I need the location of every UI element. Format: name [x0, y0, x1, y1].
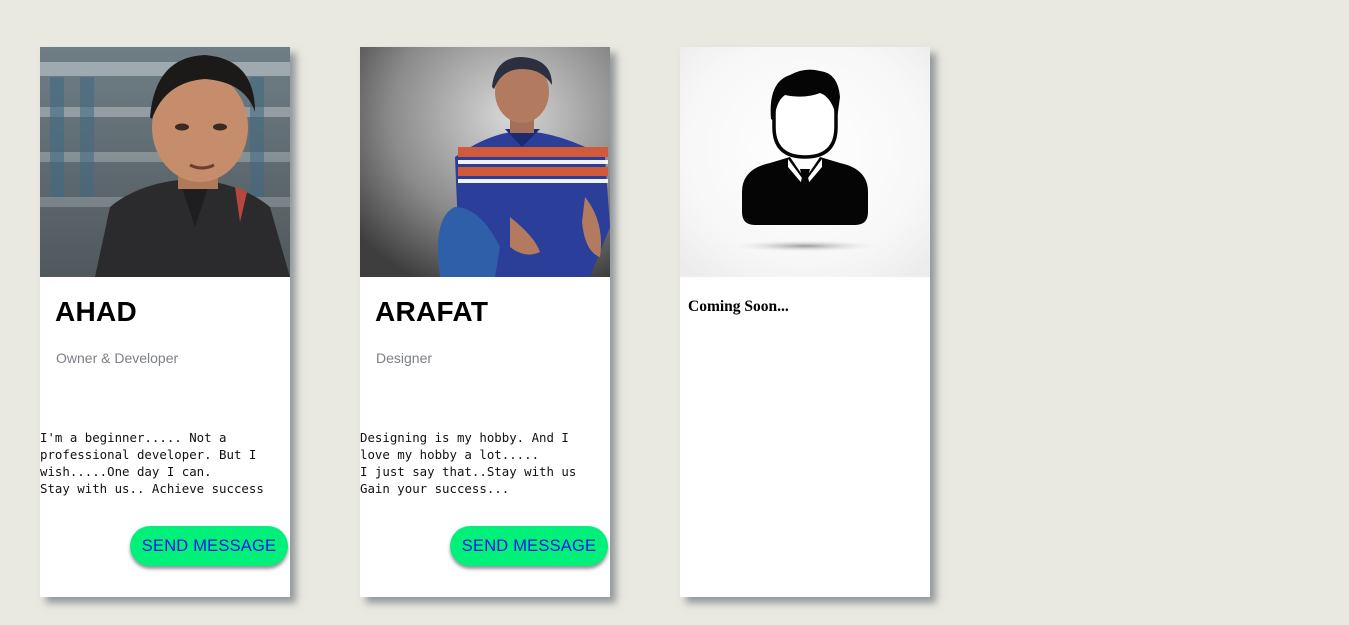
member-name: ARAFAT	[375, 296, 489, 327]
member-bio: I'm a beginner..... Not a professional d…	[40, 430, 264, 496]
member-role: Designer	[376, 350, 433, 366]
profile-photo-ahad	[40, 47, 290, 277]
coming-soon-text: Coming Soon...	[688, 298, 789, 315]
profile-photo-arafat	[360, 47, 610, 277]
send-message-button[interactable]: SEND MESSAGE	[130, 526, 288, 566]
team-card-placeholder: Coming Soon...	[680, 47, 930, 597]
member-bio: Designing is my hobby. And I love my hob…	[360, 430, 577, 496]
send-message-button[interactable]: SEND MESSAGE	[450, 526, 608, 566]
team-card-arafat: ARAFAT Designer Designing is my hobby. A…	[360, 47, 610, 597]
member-role: Owner & Developer	[56, 350, 179, 366]
team-card-ahad: AHAD Owner & Developer I'm a beginner...…	[40, 47, 290, 597]
placeholder-avatar-image	[680, 47, 930, 277]
member-name: AHAD	[55, 296, 138, 327]
